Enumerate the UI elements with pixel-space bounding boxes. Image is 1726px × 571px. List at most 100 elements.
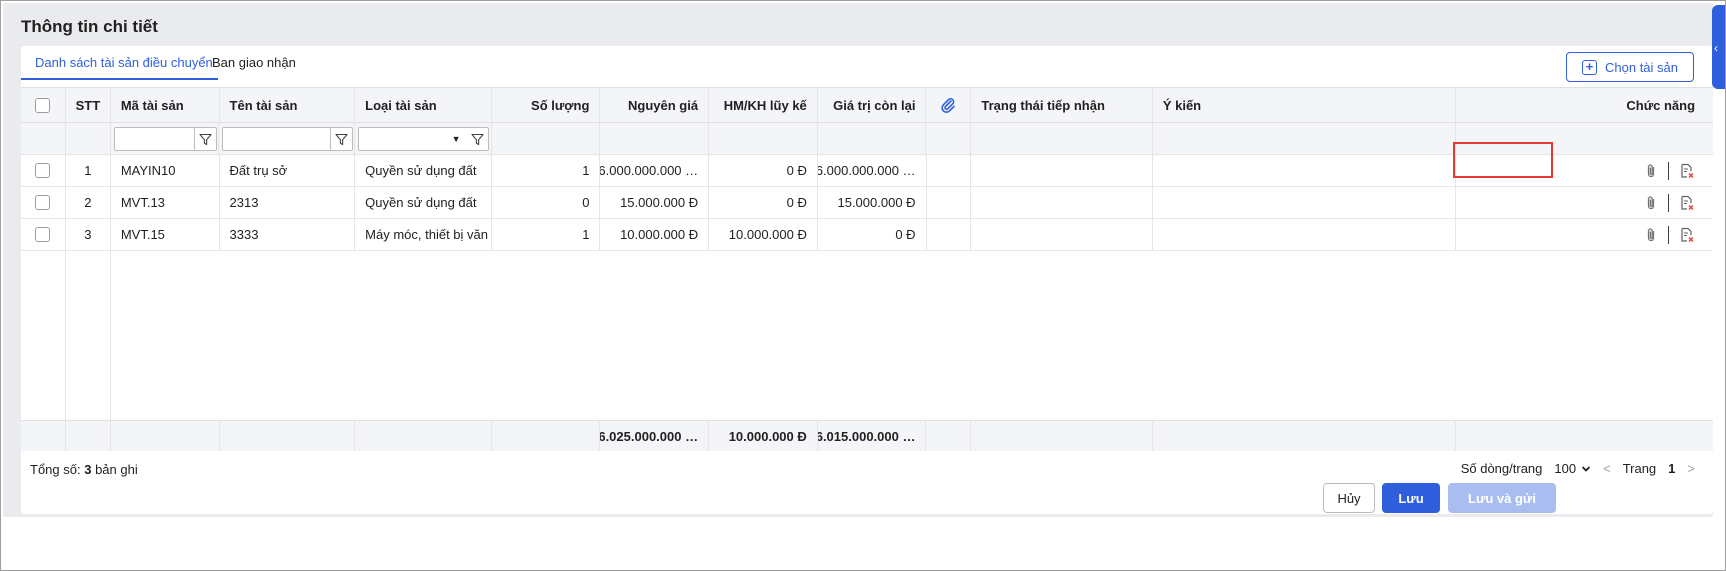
type-filter-select[interactable]: ▼ [358, 127, 490, 151]
filter-type-cell: ▼ [355, 123, 492, 154]
filter-code-cell [111, 123, 220, 154]
section-title: Thông tin chi tiết [21, 17, 158, 36]
row-select [21, 219, 66, 251]
paperclip-icon[interactable] [1644, 163, 1658, 179]
chevron-right-icon[interactable]: > [1687, 461, 1695, 476]
cell-status [971, 187, 1153, 219]
cell-actions [1455, 155, 1714, 187]
empty-col [66, 251, 111, 420]
header-attachment [926, 88, 972, 122]
header-remaining-value[interactable]: Giá trị còn lại [818, 88, 927, 122]
header-select-all [21, 88, 66, 122]
remove-document-icon[interactable] [1679, 195, 1695, 211]
sum-empty [220, 421, 356, 451]
rows-per-page-value: 100 [1554, 461, 1577, 476]
cell-opinion [1152, 219, 1456, 251]
name-filter-input[interactable] [222, 127, 354, 151]
table-row[interactable]: 3 MVT.15 3333 Máy móc, thiết bị văn … 1 … [21, 219, 1714, 251]
sum-empty [1456, 421, 1713, 451]
header-original-price[interactable]: Nguyên giá [600, 88, 710, 122]
cell-actions [1455, 187, 1714, 219]
action-separator [1668, 225, 1670, 244]
sum-empty [971, 421, 1153, 451]
cell-opinion [1152, 155, 1456, 187]
paperclip-icon[interactable] [1644, 195, 1658, 211]
sum-original-price: 56.025.000.000 … [600, 421, 710, 451]
page-label: Trang [1622, 461, 1657, 476]
asset-grid: STT Mã tài sản Tên tài sản Loại tài sản … [21, 87, 1714, 451]
empty-col [111, 251, 220, 420]
filter-empty-2 [66, 123, 111, 154]
sum-empty [1153, 421, 1456, 451]
save-button[interactable]: Lưu [1382, 483, 1440, 513]
grid-filter-row: ▼ [21, 123, 1713, 155]
window-frame: Thông tin chi tiết Danh sách tài sản điề… [0, 0, 1726, 571]
tab-bar: Danh sách tài sản điều chuyển Ban giao n… [21, 46, 621, 82]
filter-empty-4 [600, 123, 709, 154]
sum-empty [355, 421, 492, 451]
header-name[interactable]: Tên tài sản [220, 88, 356, 122]
choose-asset-button[interactable]: + Chọn tài sản [1566, 52, 1694, 82]
side-panel-toggle[interactable]: ‹ [1712, 5, 1725, 89]
cell-status [971, 155, 1153, 187]
header-status[interactable]: Trạng thái tiếp nhận [971, 88, 1153, 122]
header-quantity[interactable]: Số lượng [492, 88, 601, 122]
cell-type: Quyền sử dụng đất [355, 155, 492, 187]
cell-opinion [1152, 187, 1456, 219]
table-row[interactable]: 2 MVT.13 2313 Quyền sử dụng đất 0 15.000… [21, 187, 1714, 219]
cell-code: MVT.13 [110, 187, 220, 219]
header-code[interactable]: Mã tài sản [111, 88, 220, 122]
row-checkbox[interactable] [35, 227, 51, 242]
header-stt: STT [66, 88, 111, 122]
action-separator [1668, 161, 1670, 180]
cell-depreciation: 0 Đ [709, 155, 818, 187]
rows-per-page-label: Số dòng/trang [1460, 461, 1543, 476]
cell-quantity: 1 [491, 219, 601, 251]
cell-name: 3333 [219, 219, 356, 251]
row-checkbox[interactable] [35, 195, 51, 210]
header-depreciation[interactable]: HM/KH lũy kế [709, 88, 818, 122]
cell-type: Máy móc, thiết bị văn … [355, 219, 492, 251]
cell-stt: 1 [65, 155, 111, 187]
save-and-send-button[interactable]: Lưu và gửi [1448, 483, 1556, 513]
header-actions: Chức năng [1626, 97, 1696, 113]
cell-quantity: 0 [491, 187, 601, 219]
filter-icon[interactable] [193, 128, 216, 150]
row-checkbox[interactable] [35, 163, 51, 178]
filter-icon[interactable] [466, 128, 488, 150]
cell-type: Quyền sử dụng đất [355, 187, 492, 219]
filter-empty-8 [971, 123, 1153, 154]
paperclip-icon[interactable] [1644, 227, 1658, 243]
cell-status [971, 219, 1153, 251]
caret-down-icon[interactable]: ▼ [446, 128, 466, 150]
sum-empty [926, 421, 972, 451]
code-filter-input[interactable] [113, 127, 217, 151]
page-number: 1 [1668, 461, 1676, 476]
cell-attachment [926, 219, 972, 251]
chevron-left-icon[interactable]: < [1603, 461, 1611, 476]
chevron-down-icon [1581, 465, 1591, 472]
cell-original-price: 15.000.000 Đ [600, 187, 710, 219]
detail-section: Thông tin chi tiết Danh sách tài sản điề… [3, 3, 1714, 517]
cell-attachment [926, 155, 972, 187]
filter-empty-6 [818, 123, 927, 154]
row-select [21, 155, 66, 187]
filter-icon[interactable] [330, 128, 352, 150]
filter-empty-7 [926, 123, 972, 154]
table-row[interactable]: 1 MAYIN10 Đất trụ sở Quyền sử dụng đất 1… [21, 155, 1714, 187]
cell-code: MAYIN10 [110, 155, 220, 187]
cell-attachment [926, 187, 972, 219]
header-type[interactable]: Loại tài sản [355, 88, 492, 122]
header-opinion[interactable]: Ý kiến [1153, 88, 1456, 122]
rows-per-page-select[interactable]: 100 [1554, 461, 1591, 476]
select-all-checkbox[interactable] [35, 97, 51, 113]
paperclip-icon [941, 98, 956, 113]
cancel-button[interactable]: Hủy [1323, 483, 1375, 513]
tab-handover-committee[interactable]: Ban giao nhận [212, 55, 296, 70]
plus-icon: + [1582, 59, 1597, 75]
cell-actions [1455, 219, 1714, 251]
remove-document-icon[interactable] [1679, 163, 1695, 179]
total-count: 3 [84, 462, 92, 477]
remove-document-icon[interactable] [1679, 227, 1695, 243]
tab-transfer-assets[interactable]: Danh sách tài sản điều chuyển [35, 55, 213, 70]
